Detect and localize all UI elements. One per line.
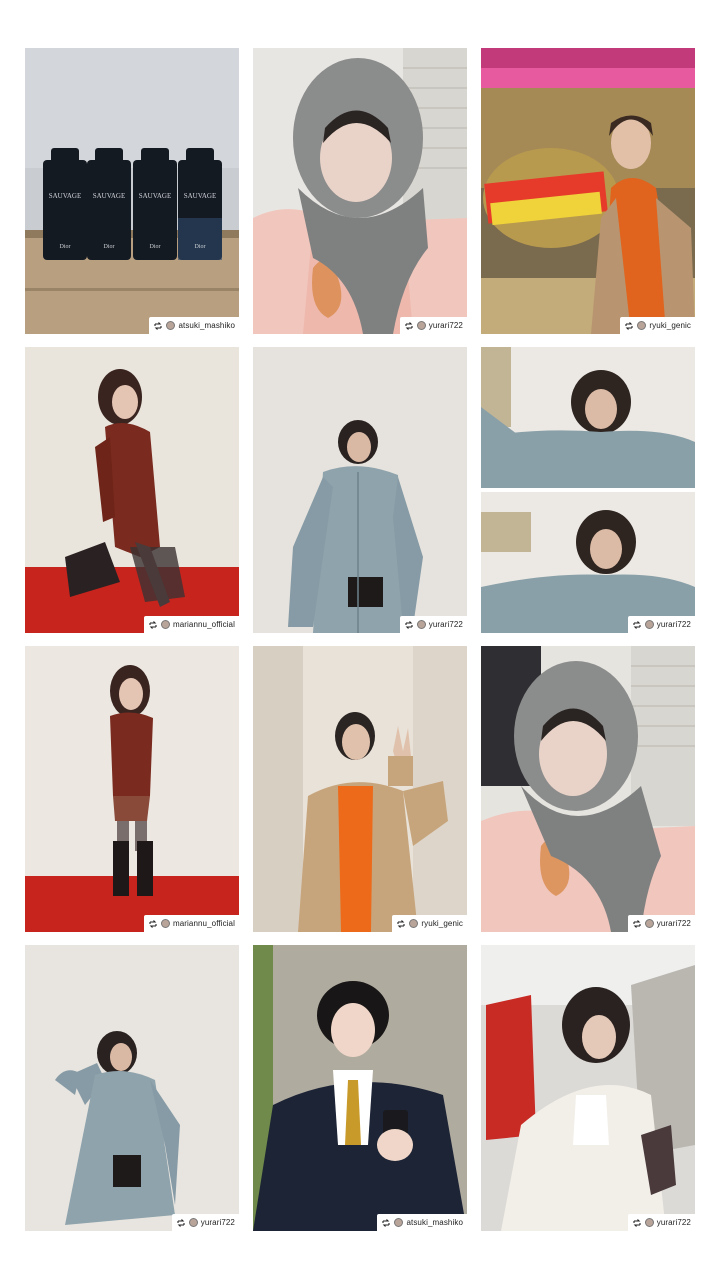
repost-icon <box>633 919 641 928</box>
photo-tile[interactable]: mariannu_official <box>25 646 239 932</box>
bottle-label: SAUVAGE <box>184 192 217 200</box>
repost-icon <box>633 1218 641 1227</box>
photo-tile[interactable]: mariannu_official <box>25 347 239 633</box>
repost-icon <box>382 1218 391 1227</box>
blue-shirt-standing-photo <box>253 347 467 633</box>
blue-shirt-selfie-pair-photo <box>481 347 695 633</box>
avatar <box>394 1218 404 1227</box>
credit-username: yurari722 <box>428 620 463 629</box>
repost-credit[interactable]: yurari722 <box>399 616 467 633</box>
repost-icon <box>154 321 163 330</box>
repost-icon <box>405 620 413 629</box>
repost-icon <box>405 321 413 330</box>
avatar <box>644 919 654 928</box>
repost-icon <box>177 1218 185 1227</box>
bottle-brand: Dior <box>104 244 115 250</box>
credit-username: yurari722 <box>656 919 691 928</box>
repost-icon <box>149 919 157 928</box>
peace-sign-coat-photo <box>253 646 467 932</box>
credit-username: yurari722 <box>428 321 463 330</box>
repost-credit[interactable]: yurari722 <box>171 1214 239 1231</box>
avatar <box>188 1218 198 1227</box>
repost-credit[interactable]: ryuki_genic <box>392 915 467 932</box>
photo-tile[interactable]: ryuki_genic <box>481 48 695 334</box>
white-blouse-selfie-photo <box>481 945 695 1231</box>
photo-tile[interactable]: yurari722 <box>481 646 695 932</box>
avatar <box>644 1218 654 1227</box>
perfume-bottles-photo: SAUVAGE SAUVAGE SAUVAGE SAUVAGE Dior Dio… <box>25 48 239 334</box>
stage-set-portrait-photo <box>481 48 695 334</box>
avatar <box>160 620 170 629</box>
hooded-scarf-selfie-photo <box>253 48 467 334</box>
credit-username: mariannu_official <box>172 919 235 928</box>
repost-icon <box>149 620 157 629</box>
repost-credit[interactable]: yurari722 <box>627 1214 695 1231</box>
repost-icon <box>633 620 641 629</box>
photo-tile[interactable]: yurari722 <box>253 347 467 633</box>
photo-tile[interactable]: ryuki_genic <box>253 646 467 932</box>
credit-username: yurari722 <box>656 620 691 629</box>
repost-credit[interactable]: mariannu_official <box>143 616 239 633</box>
avatar <box>166 321 176 330</box>
credit-username: ryuki_genic <box>649 321 691 330</box>
photo-tile[interactable]: yurari722 <box>253 48 467 334</box>
repost-credit[interactable]: yurari722 <box>627 616 695 633</box>
bottle-brand: Dior <box>195 244 206 250</box>
hooded-scarf-selfie-photo <box>481 646 695 932</box>
credit-username: atsuki_mashiko <box>406 1218 463 1227</box>
avatar <box>416 620 426 629</box>
bottle-label: SAUVAGE <box>139 192 172 200</box>
photo-tile[interactable]: yurari722 <box>481 945 695 1231</box>
avatar <box>409 919 419 928</box>
repost-icon <box>625 321 633 330</box>
blue-shirt-pose-photo <box>25 945 239 1231</box>
credit-username: yurari722 <box>656 1218 691 1227</box>
bottle-brand: Dior <box>150 244 161 250</box>
repost-credit[interactable]: atsuki_mashiko <box>149 317 239 334</box>
bottle-label: SAUVAGE <box>93 192 126 200</box>
bottle-label: SAUVAGE <box>49 192 82 200</box>
photo-tile[interactable]: yurari722 <box>481 347 695 633</box>
photo-tile[interactable]: SAUVAGE SAUVAGE SAUVAGE SAUVAGE Dior Dio… <box>25 48 239 334</box>
red-dress-standing-photo <box>25 646 239 932</box>
avatar <box>637 321 647 330</box>
credit-username: ryuki_genic <box>421 919 463 928</box>
avatar <box>160 919 170 928</box>
avatar <box>644 620 654 629</box>
bottle-brand: Dior <box>60 244 71 250</box>
repost-credit[interactable]: mariannu_official <box>143 915 239 932</box>
credit-username: mariannu_official <box>172 620 235 629</box>
photo-tile[interactable]: yurari722 <box>25 945 239 1231</box>
repost-credit[interactable]: atsuki_mashiko <box>377 1214 467 1231</box>
credit-username: atsuki_mashiko <box>178 321 235 330</box>
repost-credit[interactable]: ryuki_genic <box>620 317 695 334</box>
red-dress-kneeling-photo <box>25 347 239 633</box>
repost-credit[interactable]: yurari722 <box>399 317 467 334</box>
repost-icon <box>397 919 405 928</box>
blazer-holding-bottle-photo <box>253 945 467 1231</box>
avatar <box>416 321 426 330</box>
photo-tile[interactable]: atsuki_mashiko <box>253 945 467 1231</box>
repost-photo-grid: SAUVAGE SAUVAGE SAUVAGE SAUVAGE Dior Dio… <box>25 48 695 1231</box>
credit-username: yurari722 <box>200 1218 235 1227</box>
repost-credit[interactable]: yurari722 <box>627 915 695 932</box>
